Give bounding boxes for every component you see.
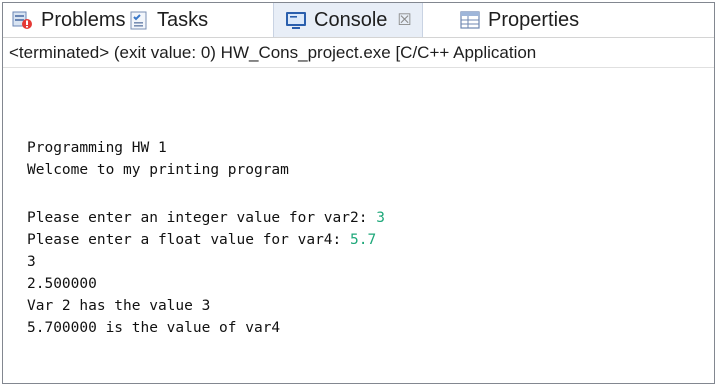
user-input-text: 3: [376, 210, 385, 226]
console-process-header: <terminated> (exit value: 0) HW_Cons_pro…: [3, 38, 714, 68]
output-line: Programming HW 1: [27, 140, 167, 156]
output-line: Welcome to my printing program: [27, 162, 289, 178]
output-line: 5.700000 is the value of var4: [27, 320, 281, 336]
console-output[interactable]: Programming HW 1 Welcome to my printing …: [3, 69, 714, 383]
tab-label: Properties: [488, 8, 580, 31]
problems-icon: [11, 8, 35, 32]
tab-label: Console: [314, 8, 388, 31]
tasks-icon: [127, 8, 151, 32]
tab-properties[interactable]: Properties: [458, 3, 579, 37]
tab-label: Tasks: [157, 8, 209, 31]
prompt-text: Please enter a float value for var4:: [27, 232, 351, 248]
prompt-text: Please enter an integer value for var2:: [27, 210, 377, 226]
output-line: 2.500000: [27, 276, 97, 292]
close-icon[interactable]: ☒: [397, 10, 411, 30]
tab-tasks[interactable]: Tasks: [127, 3, 208, 37]
properties-icon: [458, 8, 482, 32]
user-input-text: 5.7: [350, 232, 377, 248]
output-line: 3: [27, 254, 36, 270]
output-line-prompt: Please enter a float value for var4: 5.7: [27, 229, 376, 251]
tab-problems[interactable]: Problems: [11, 3, 125, 37]
output-line: Var 2 has the value 3: [27, 298, 211, 314]
console-icon: [284, 8, 308, 32]
output-line-prompt: Please enter an integer value for var2: …: [27, 207, 385, 229]
tab-label: Problems: [41, 8, 126, 31]
tab-console[interactable]: Console ☒: [273, 3, 423, 37]
console-view: Problems Tasks Console ☒ Properties <ter…: [2, 2, 715, 384]
view-tab-bar: Problems Tasks Console ☒ Properties: [3, 3, 714, 38]
